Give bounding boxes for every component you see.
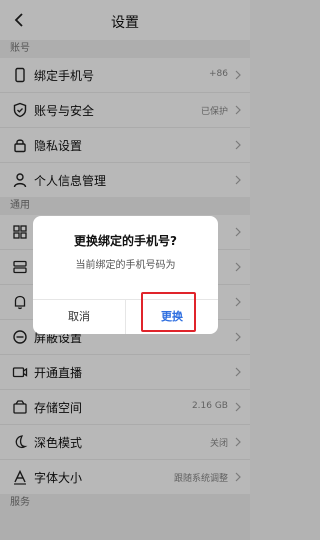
cancel-button[interactable]: 取消 — [33, 300, 125, 334]
dialog-title: 更换绑定的手机号? — [74, 234, 177, 248]
highlight-box — [141, 292, 196, 332]
dialog-message: 当前绑定的手机号码为 — [75, 260, 176, 271]
dialog-phone-masked — [68, 274, 183, 286]
